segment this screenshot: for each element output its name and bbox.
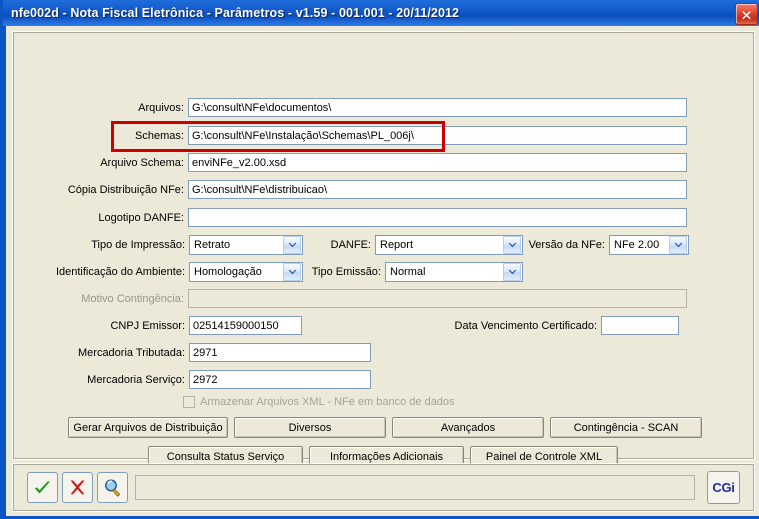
confirm-button[interactable] [27,472,58,503]
label-cnpj: CNPJ Emissor: [110,319,185,332]
cancel-button[interactable] [62,472,93,503]
cgi-logo-button[interactable]: CGi [707,471,740,504]
field-row-copia-distribuicao: Cópia Distribuição NFe: [13,180,687,199]
button-contingencia-scan[interactable]: Contingência - SCAN [550,417,702,438]
title-bar: nfe002d - Nota Fiscal Eletrônica - Parâm… [3,0,759,26]
checkbox-armazenar-xml: Armazenar Arquivos XML - NFe em banco de… [183,396,455,408]
window-title: nfe002d - Nota Fiscal Eletrônica - Parâm… [11,6,460,20]
button-diversos[interactable]: Diversos [234,417,386,438]
magnifier-icon [104,479,120,497]
field-row-versao-nfe: Versão da NFe: NFe 2.00 [521,235,689,255]
input-data-vencimento[interactable] [601,316,679,335]
field-row-arquivo-schema: Arquivo Schema: [13,153,687,172]
checkbox-box-icon [183,396,195,408]
input-copia-distribuicao[interactable] [187,180,687,199]
input-mercadoria-tributada[interactable] [189,343,371,362]
field-row-mercadoria-tributada: Mercadoria Tributada: [13,343,371,362]
label-arquivos: Arquivos: [138,101,184,114]
field-row-tipo-impressao: Tipo de Impressão: Retrato [13,235,303,255]
input-arquivo-schema[interactable] [187,153,687,172]
checkbox-armazenar-xml-label: Armazenar Arquivos XML - NFe em banco de… [200,396,455,408]
field-row-tipo-emissao: Tipo Emissão: Normal [303,262,523,282]
select-tipo-emissao[interactable]: Normal [385,262,523,282]
close-button[interactable] [735,3,758,25]
select-tipo-impressao-value: Retrato [194,239,231,251]
input-logotipo-danfe[interactable] [187,208,687,227]
chevron-down-icon [503,263,521,281]
label-mercadoria-servico: Mercadoria Serviço: [87,373,185,386]
field-row-schemas: Schemas: [13,126,687,145]
label-versao-nfe: Versão da NFe: [528,239,605,251]
label-copia-distribuicao: Cópia Distribuição NFe: [67,183,184,196]
label-arquivo-schema: Arquivo Schema: [100,156,184,169]
chevron-down-icon [503,236,521,254]
label-mercadoria-tributada: Mercadoria Tributada: [78,346,185,359]
search-button[interactable] [97,472,128,503]
select-versao-nfe[interactable]: NFe 2.00 [609,235,689,255]
button-gerar-arquivos-distribuicao[interactable]: Gerar Arquivos de Distribuição [68,417,228,438]
x-icon [70,480,85,495]
field-row-danfe: DANFE: Report [309,235,523,255]
field-row-logotipo-danfe: Logotipo DANFE: [13,208,687,227]
chevron-down-icon [283,236,301,254]
field-row-mercadoria-servico: Mercadoria Serviço: [13,370,371,389]
button-avancados[interactable]: Avançados [392,417,544,438]
label-danfe: DANFE: [330,239,371,251]
window-body: Arquivos: Schemas: Arquivo Schema: Cópia… [6,26,759,516]
label-logotipo-danfe: Logotipo DANFE: [98,211,184,224]
select-danfe-value: Report [380,239,414,251]
parameters-panel: Arquivos: Schemas: Arquivo Schema: Cópia… [12,31,755,467]
input-mercadoria-servico[interactable] [189,370,371,389]
check-icon [35,481,50,494]
label-schemas: Schemas: [135,129,184,142]
chevron-down-icon [669,236,687,254]
label-tipo-emissao: Tipo Emissão: [311,266,381,278]
cgi-logo-text: CGi [712,480,735,495]
field-row-motivo-contingencia: Motivo Contingência: [13,289,687,308]
label-tipo-impressao: Tipo de Impressão: [91,239,185,251]
chevron-down-icon [283,263,301,281]
input-motivo-contingencia [187,289,687,308]
input-arquivos[interactable] [187,98,687,117]
field-row-cnpj: CNPJ Emissor: [13,316,302,335]
input-schemas[interactable] [187,126,687,145]
select-versao-nfe-value: NFe 2.00 [614,239,660,251]
application-window: nfe002d - Nota Fiscal Eletrônica - Parâm… [0,0,759,519]
toolbar-panel: CGi [12,463,755,512]
input-cnpj[interactable] [189,316,302,335]
close-icon [742,10,751,19]
label-data-vencimento: Data Vencimento Certificado: [454,319,597,332]
select-ambiente[interactable]: Homologação [189,262,303,282]
field-row-arquivos: Arquivos: [13,98,687,117]
select-tipo-impressao[interactable]: Retrato [189,235,303,255]
field-row-data-vencimento: Data Vencimento Certificado: [401,316,679,335]
select-danfe[interactable]: Report [375,235,523,255]
label-motivo-contingencia: Motivo Contingência: [81,292,184,305]
field-row-ambiente: Identificação do Ambiente: Homologação [13,262,303,282]
select-ambiente-value: Homologação [194,266,262,278]
status-field [135,475,695,500]
label-ambiente: Identificação do Ambiente: [55,266,185,278]
select-tipo-emissao-value: Normal [390,266,426,278]
